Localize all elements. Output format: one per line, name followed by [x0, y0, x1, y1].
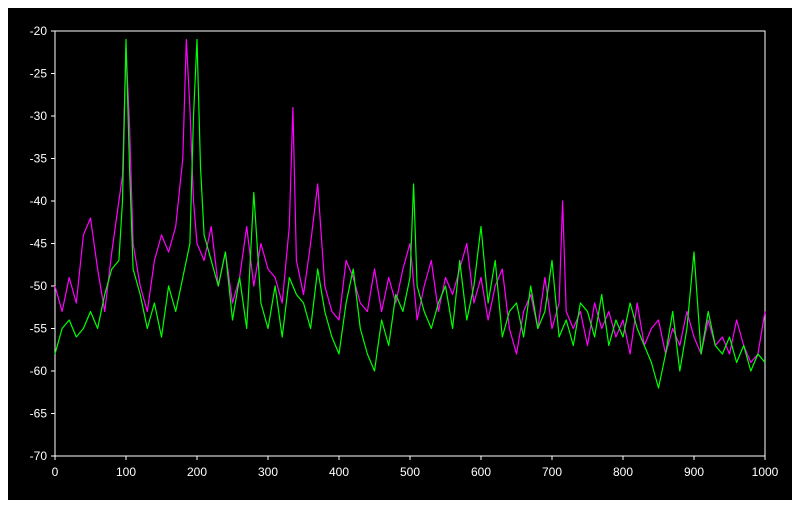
line-chart: -20 -25 -30 -35 -40 -45 -50 -55 -60 -65 -70 0 100 200…	[30, 24, 779, 479]
y-tick-label: -20	[30, 24, 48, 38]
plot-group: -20 -25 -30 -35 -40 -45 -50 -55 -60 -65 -70 0 100 200…	[30, 24, 779, 479]
y-tick-label: -40	[30, 194, 48, 208]
x-tick-label: 500	[400, 465, 420, 479]
x-tick-label: 1000	[752, 465, 779, 479]
x-tick-label: 700	[542, 465, 562, 479]
y-tick-label: -25	[30, 67, 48, 81]
y-tick-label: -35	[30, 152, 48, 166]
x-tick-label: 800	[613, 465, 633, 479]
y-tick-label: -45	[30, 237, 48, 251]
x-tick-label: 400	[329, 465, 349, 479]
series-line-2	[54, 38, 766, 389]
y-tick-label: -30	[30, 109, 48, 123]
y-tick-label: -60	[30, 364, 48, 378]
x-tick-label: 200	[187, 465, 207, 479]
chart-background: -20 -25 -30 -35 -40 -45 -50 -55 -60 -65 -70 0 100 200…	[8, 8, 792, 500]
series-line-1	[54, 38, 766, 364]
x-tick-label: 900	[684, 465, 704, 479]
x-tick-label: 0	[52, 465, 59, 479]
y-tick-label: -65	[30, 407, 48, 421]
y-tick-label: -70	[30, 449, 48, 463]
x-tick-label: 300	[258, 465, 278, 479]
x-tick-label: 600	[471, 465, 491, 479]
y-tick-label: -50	[30, 279, 48, 293]
y-tick-label: -55	[30, 322, 48, 336]
x-tick-label: 100	[116, 465, 136, 479]
